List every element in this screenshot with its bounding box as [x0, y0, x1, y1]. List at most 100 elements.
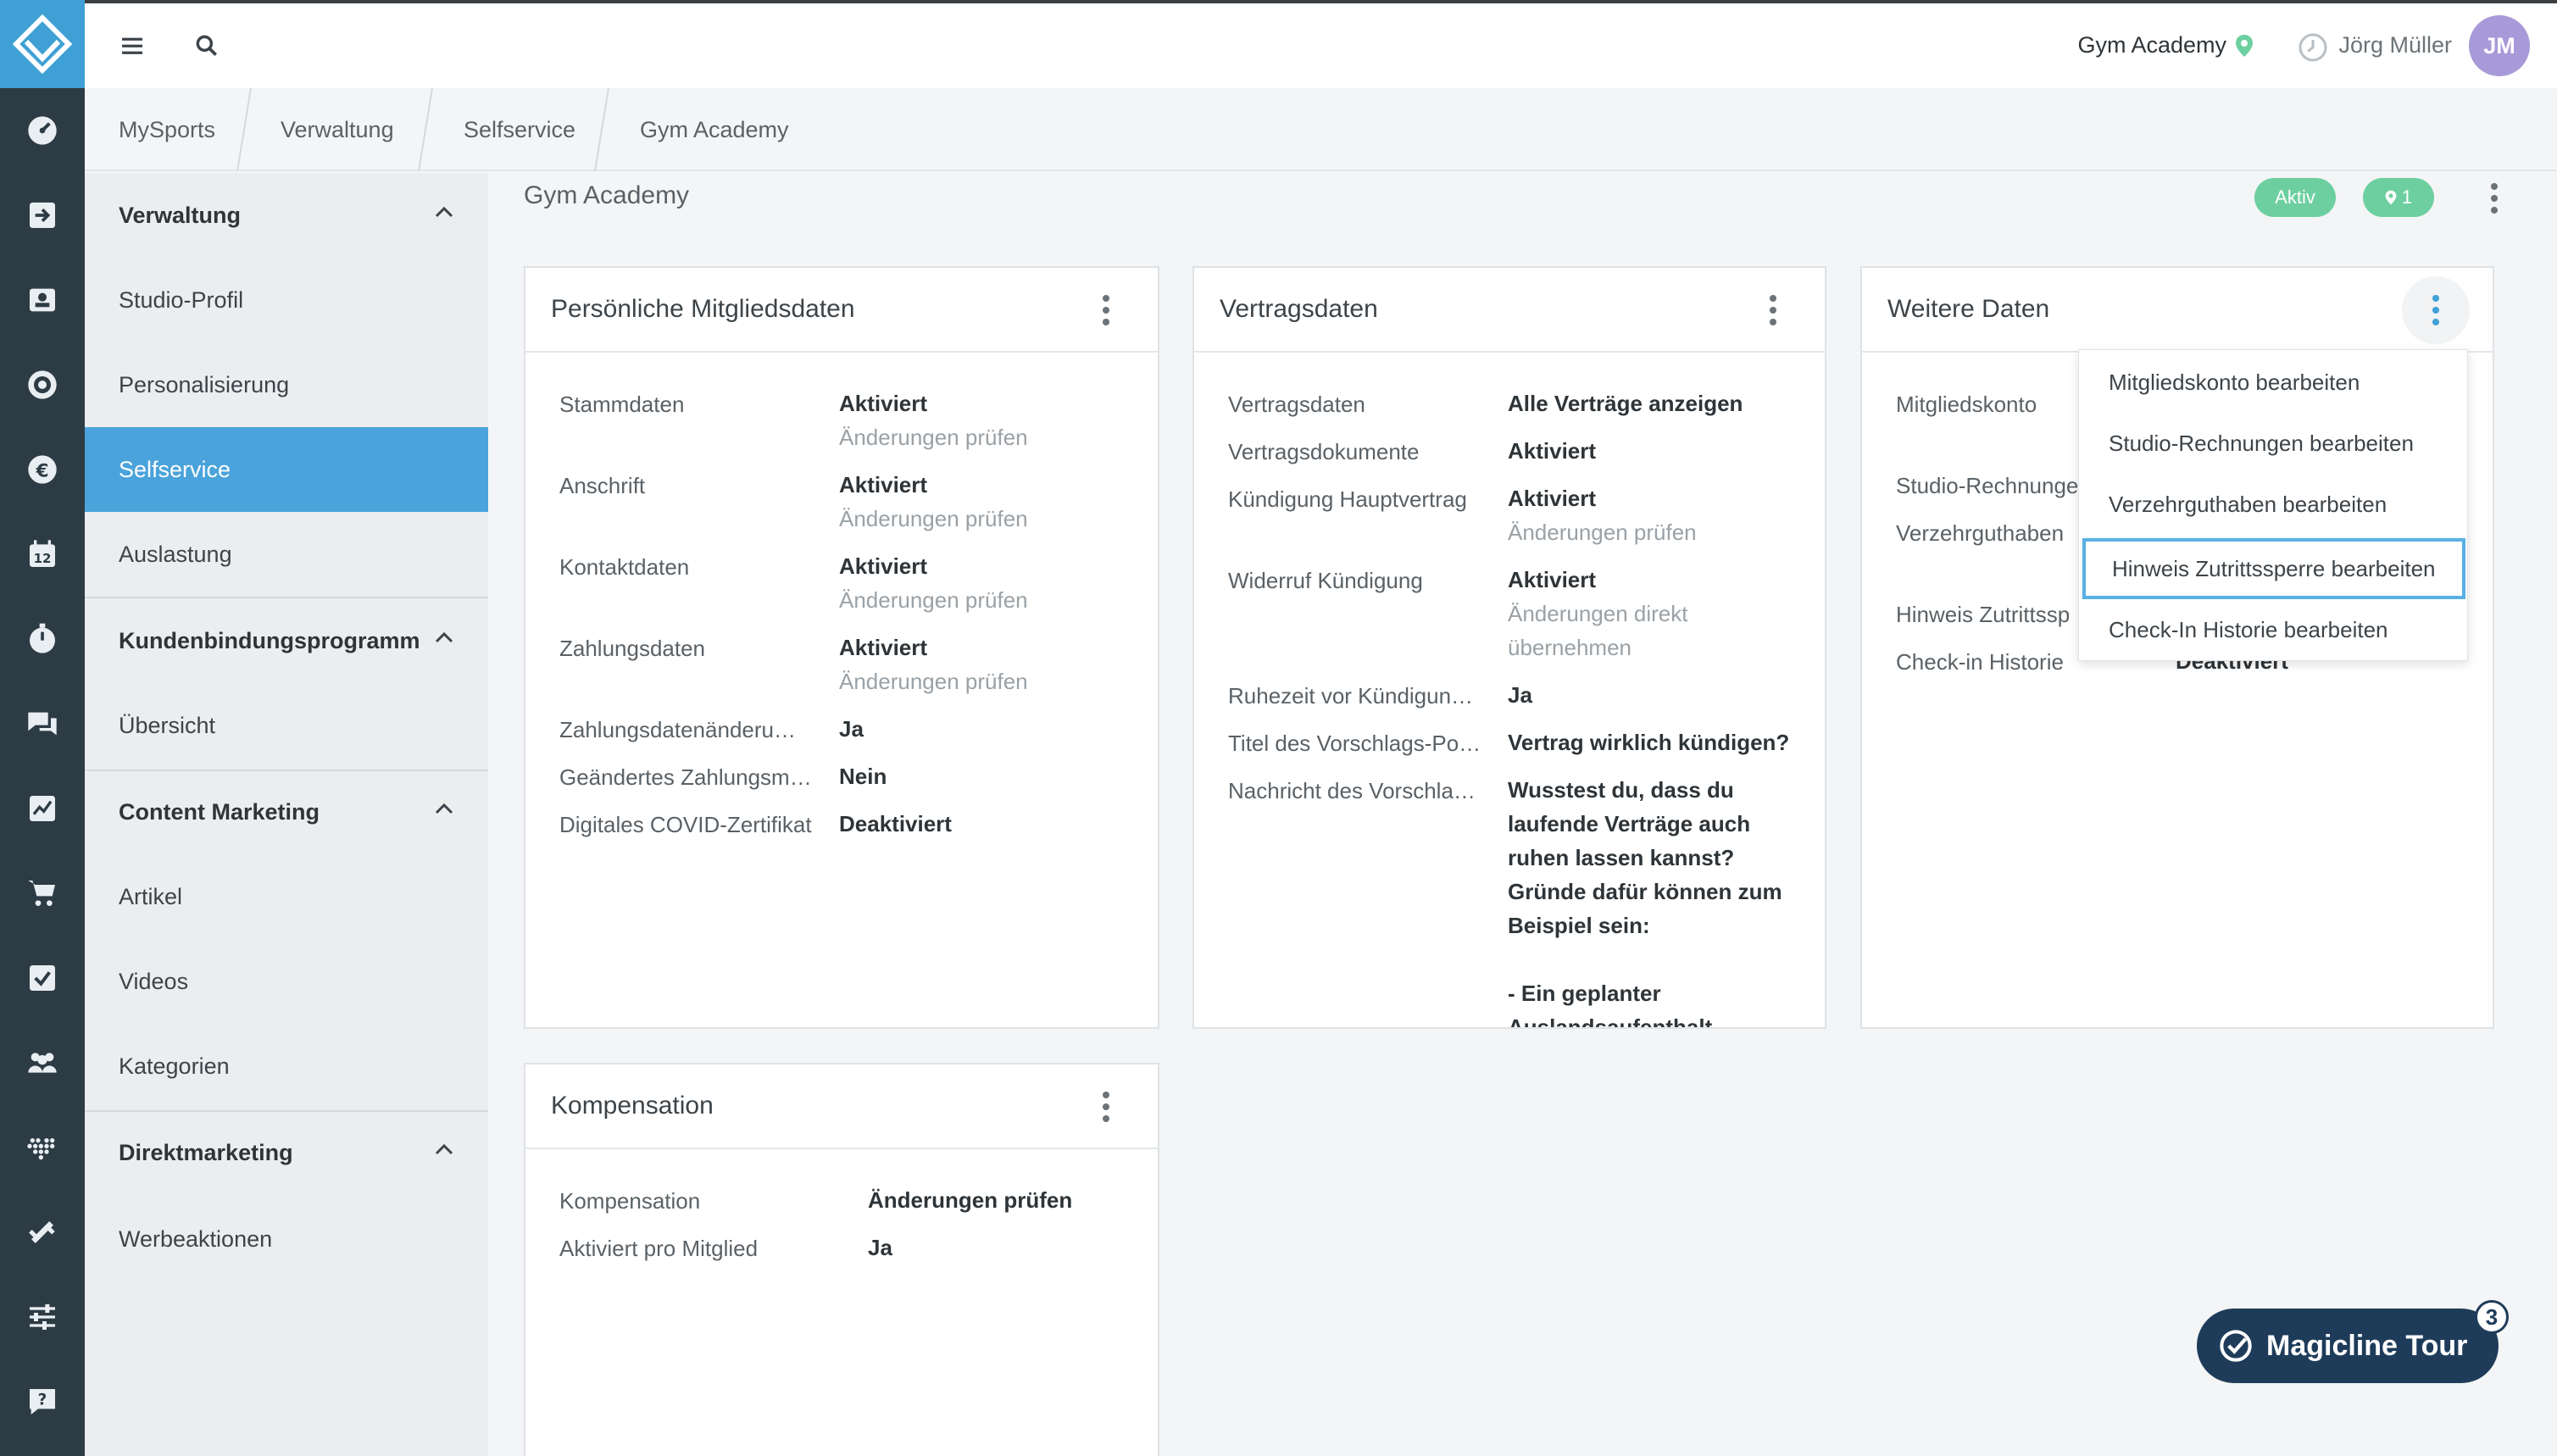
tour-count-badge: 3: [2475, 1300, 2509, 1334]
sliders-icon[interactable]: [0, 1275, 85, 1359]
location-pin-icon: [2385, 190, 2397, 205]
row-value: Ja: [839, 716, 864, 742]
menu-icon[interactable]: [107, 20, 158, 71]
sidebar-group-verwaltung[interactable]: Verwaltung: [85, 173, 488, 258]
row-label: Vertragsdokumente: [1228, 439, 1420, 464]
row-label: Widerruf Kündigung: [1228, 568, 1423, 593]
breadcrumb-item-mysports[interactable]: MySports: [119, 88, 215, 171]
sidebar-item-werbeaktionen[interactable]: Werbeaktionen: [85, 1197, 488, 1281]
chevron-up-icon: [435, 803, 453, 814]
row-sub: übernehmen: [1508, 635, 1631, 660]
studio-selector[interactable]: Gym Academy: [2077, 32, 2226, 58]
equipment-icon[interactable]: [0, 1190, 85, 1275]
menu-item-studio-rechnungen[interactable]: Studio-Rechnungen bearbeiten: [2079, 413, 2469, 474]
menu-item-mitgliedskonto[interactable]: Mitgliedskonto bearbeiten: [2079, 352, 2469, 413]
row-label: Mitgliedskonto: [1896, 392, 2037, 417]
row-sub: Änderungen prüfen: [839, 669, 1028, 694]
row-value: Ja: [1508, 682, 1532, 708]
settings-circle-icon[interactable]: [0, 342, 85, 427]
row-label: Kompensation: [559, 1188, 701, 1214]
location-count-badge[interactable]: 1: [2363, 178, 2434, 217]
chevron-up-icon: [435, 206, 453, 218]
sidebar-item-videos[interactable]: Videos: [85, 939, 488, 1024]
row-sub: Änderungen prüfen: [839, 425, 1028, 450]
sidebar-item-uebersicht[interactable]: Übersicht: [85, 683, 488, 768]
sidebar-item-label: Personalisierung: [119, 371, 290, 397]
sidebar-item-label: Kategorien: [119, 1053, 230, 1079]
cart-icon[interactable]: [0, 851, 85, 936]
breadcrumb-item-selfservice[interactable]: Selfservice: [464, 88, 575, 171]
sidebar-group-kundenbindungsprogramm[interactable]: Kundenbindungsprogramm: [85, 598, 488, 683]
card-title: Vertragsdaten: [1220, 295, 1378, 323]
menu-item-check-in-historie[interactable]: Check-In Historie bearbeiten: [2079, 599, 2469, 660]
logo-icon[interactable]: [0, 0, 85, 88]
row-value: laufende Verträge auch: [1508, 811, 1751, 836]
card-title: Weitere Daten: [1887, 295, 2050, 323]
row-value: Aktiviert: [1508, 567, 1597, 592]
card-more-icon[interactable]: [2402, 276, 2470, 344]
groups-icon[interactable]: [0, 1020, 85, 1105]
card-header: Persönliche Mitgliedsdaten: [525, 268, 1158, 353]
row-value: Aktiviert: [839, 635, 928, 660]
row-label: Stammdaten: [559, 392, 685, 417]
menu-item-hinweis-zutrittssperre[interactable]: Hinweis Zutrittssperre bearbeiten: [2082, 538, 2465, 599]
euro-icon[interactable]: €: [0, 427, 85, 512]
card-kompensation: Kompensation Kompensation Änderungen prü…: [524, 1063, 1159, 1456]
timer-icon[interactable]: [0, 597, 85, 681]
sidebar-group-label: Direktmarketing: [119, 1139, 293, 1165]
row-value: Aktiviert: [1508, 438, 1597, 464]
menu-item-verzehrguthaben[interactable]: Verzehrguthaben bearbeiten: [2079, 474, 2469, 535]
user-name[interactable]: Jörg Müller: [2338, 32, 2452, 58]
sidebar-item-label: Selfservice: [119, 456, 231, 482]
card-more-icon[interactable]: [1093, 290, 1119, 331]
chart-icon[interactable]: [0, 766, 85, 851]
chat-icon[interactable]: [0, 681, 85, 766]
members-icon[interactable]: [0, 258, 85, 342]
tasks-icon[interactable]: [0, 936, 85, 1020]
heart-dots-icon[interactable]: [0, 1105, 85, 1190]
breadcrumb-item-verwaltung[interactable]: Verwaltung: [281, 88, 394, 171]
row-value: Aktiviert: [839, 391, 928, 416]
sidebar-item-selfservice[interactable]: Selfservice: [85, 427, 488, 512]
card-vertragsdaten: Vertragsdaten Vertragsdaten Alle Verträg…: [1192, 266, 1826, 1029]
card-header: Kompensation: [525, 1064, 1158, 1149]
check-circle-icon: [2220, 1330, 2252, 1362]
page-title: Gym Academy: [524, 181, 690, 209]
breadcrumb-separator: [594, 88, 609, 171]
svg-text:12: 12: [34, 551, 52, 566]
search-icon[interactable]: [181, 20, 232, 71]
checkin-icon[interactable]: [0, 173, 85, 258]
sidebar-group-content-marketing[interactable]: Content Marketing: [85, 770, 488, 854]
row-label: Ruhezeit vor Kündigun…: [1228, 683, 1474, 709]
sidebar-item-studio-profil[interactable]: Studio-Profil: [85, 258, 488, 342]
card-title: Kompensation: [551, 1092, 714, 1120]
dashboard-icon[interactable]: [0, 88, 85, 173]
row-label: Hinweis Zutrittssp: [1896, 602, 2071, 627]
card-header: Vertragsdaten: [1194, 268, 1825, 353]
sidebar-item-auslastung[interactable]: Auslastung: [85, 512, 488, 597]
row-label: Verzehrguthaben: [1896, 520, 2065, 546]
calendar-icon[interactable]: 12: [0, 512, 85, 597]
sidebar-item-artikel[interactable]: Artikel: [85, 854, 488, 939]
avatar[interactable]: JM: [2469, 15, 2530, 76]
row-value: Aktiviert: [839, 553, 928, 579]
card-actions-menu: Mitgliedskonto bearbeiten Studio-Rechnun…: [2078, 349, 2468, 661]
row-label: Kündigung Hauptvertrag: [1228, 486, 1467, 512]
card-more-icon[interactable]: [1760, 290, 1786, 331]
clock-icon[interactable]: [2298, 32, 2328, 67]
row-label: Zahlungsdaten: [559, 636, 706, 661]
sidebar-item-kategorien[interactable]: Kategorien: [85, 1024, 488, 1109]
top-bar: Gym Academy Jörg Müller JM: [85, 0, 2557, 88]
chevron-up-icon: [435, 631, 453, 643]
sidebar-item-label: Videos: [119, 968, 189, 994]
sidebar-item-personalisierung[interactable]: Personalisierung: [85, 342, 488, 427]
magicline-tour-button[interactable]: Magicline Tour: [2197, 1309, 2499, 1383]
row-label: Vertragsdaten: [1228, 392, 1365, 417]
sidebar-group-direktmarketing[interactable]: Direktmarketing: [85, 1110, 488, 1195]
page-more-icon[interactable]: [2482, 178, 2507, 219]
row-value[interactable]: Alle Verträge anzeigen: [1508, 386, 1743, 420]
row-value: - Ein geplanter: [1508, 981, 1661, 1006]
card-more-icon[interactable]: [1093, 1086, 1119, 1127]
help-icon[interactable]: ?: [0, 1359, 85, 1444]
row-value: Änderungen prüfen: [868, 1187, 1073, 1213]
